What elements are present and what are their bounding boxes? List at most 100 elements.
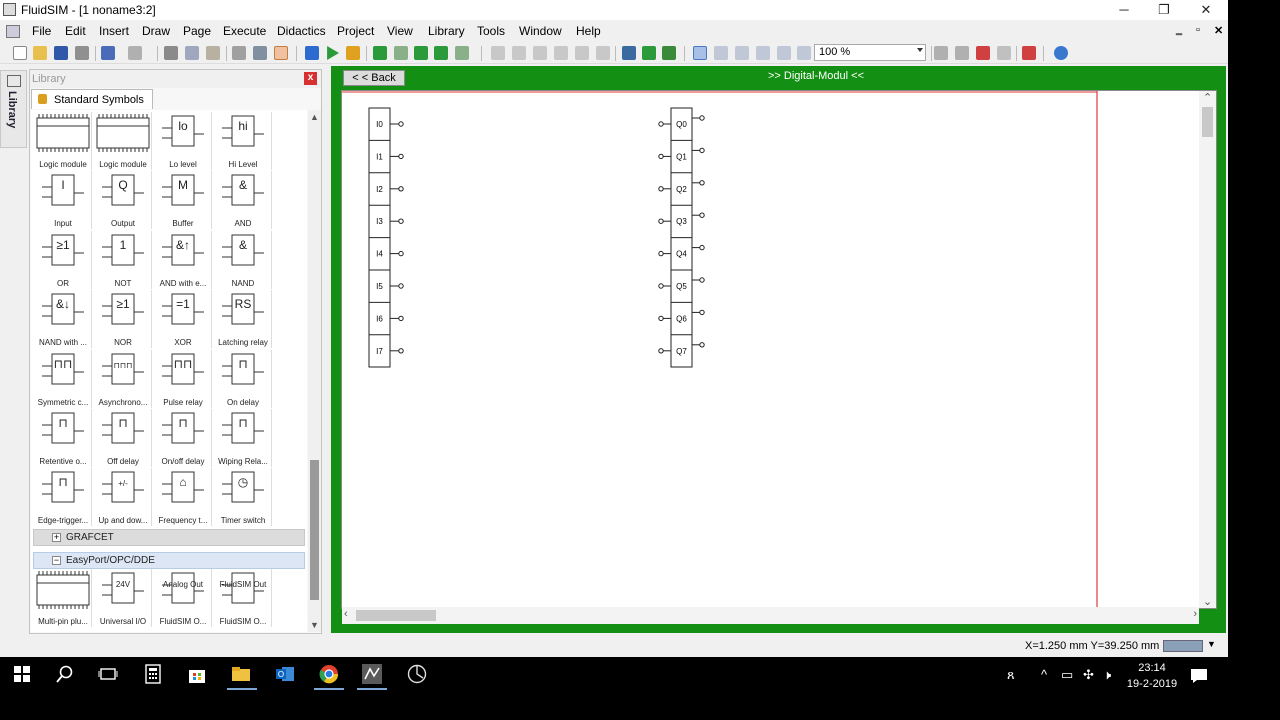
scroll-down-arrow-icon[interactable]: ⌄	[1203, 595, 1212, 608]
symbol-multi-pin-plu[interactable]: Multi-pin plu...	[34, 569, 92, 627]
open-icon[interactable]	[33, 46, 47, 60]
symbol-logic-module[interactable]: Logic module	[34, 112, 92, 170]
restore-button[interactable]: ❐	[1144, 0, 1184, 20]
symbol-input[interactable]: I Input	[34, 171, 92, 230]
battery-icon[interactable]: ▭	[1061, 667, 1073, 683]
paste-icon[interactable]	[206, 46, 220, 60]
zoom-select[interactable]: 100 %	[814, 44, 926, 61]
scroll-left-arrow-icon[interactable]: ‹	[344, 608, 348, 620]
library-side-tab[interactable]: Library	[0, 70, 27, 148]
symbol-logic-module[interactable]: Logic module	[94, 112, 152, 170]
step-forward-icon[interactable]	[414, 46, 428, 60]
align-center-icon[interactable]	[512, 46, 526, 60]
redo-icon[interactable]	[128, 46, 142, 60]
menu-didactics[interactable]: Didactics	[277, 24, 326, 38]
symbol-hi-level[interactable]: hi Hi Level	[214, 112, 272, 170]
library-scroll-thumb[interactable]	[310, 460, 319, 600]
menu-execute[interactable]: Execute	[223, 24, 266, 38]
collapse-icon[interactable]: −	[52, 556, 61, 565]
pause-icon[interactable]	[346, 46, 360, 60]
network-icon[interactable]: ✣	[1083, 667, 1094, 683]
menu-project[interactable]: Project	[337, 24, 374, 38]
library-close-button[interactable]: x	[304, 72, 317, 85]
grid-icon[interactable]	[662, 46, 676, 60]
calculator-icon[interactable]	[143, 664, 163, 684]
scroll-right-arrow-icon[interactable]: ›	[1193, 608, 1197, 620]
menu-page[interactable]: Page	[183, 24, 211, 38]
menu-library[interactable]: Library	[428, 24, 465, 38]
search-icon[interactable]	[55, 664, 75, 684]
fluidsim-taskbar-icon[interactable]	[362, 664, 382, 684]
symbol-not[interactable]: 1 NOT	[94, 230, 152, 289]
chevron-down-icon[interactable]: ▼	[1207, 639, 1216, 649]
task-view-icon[interactable]	[98, 664, 118, 684]
copy-icon[interactable]	[185, 46, 199, 60]
menu-insert[interactable]: Insert	[99, 24, 129, 38]
step-back-icon[interactable]	[394, 46, 408, 60]
scroll-up-arrow-icon[interactable]: ▲	[310, 112, 319, 122]
symbol-frequency-t[interactable]: ⌂ Frequency t...	[154, 468, 212, 527]
symbol-retentive-o[interactable]: ⊓ Retentive o...	[34, 409, 92, 467]
symbol-nor[interactable]: ≥1 NOR	[94, 290, 152, 349]
fast-forward-icon[interactable]	[455, 46, 469, 60]
align-middle-icon[interactable]	[575, 46, 589, 60]
page-border-icon[interactable]	[955, 46, 969, 60]
symbol-nand-with[interactable]: &↓ NAND with ...	[34, 290, 92, 349]
symbol-xor[interactable]: =1 XOR	[154, 290, 212, 349]
symbol-wiping-rela[interactable]: ⊓ Wiping Rela...	[214, 409, 272, 467]
mdi-restore-button[interactable]: ▫	[1196, 24, 1200, 36]
library-scrollbar[interactable]: ▲ ▼	[308, 110, 321, 632]
page-layout-icon[interactable]	[934, 46, 948, 60]
symbol-fluidsim-o[interactable]: Analog Out FluidSIM O...	[154, 569, 212, 627]
menu-window[interactable]: Window	[519, 24, 562, 38]
document-icon[interactable]	[6, 25, 20, 38]
vertical-scrollbar[interactable]: ⌃ ⌄	[1199, 91, 1216, 608]
symbol-pulse-relay[interactable]: ⊓⊓ Pulse relay	[154, 349, 212, 408]
close-button[interactable]: ✕	[1186, 0, 1226, 20]
outlook-icon[interactable]: O	[275, 664, 295, 684]
people-icon[interactable]: ጸ	[1007, 667, 1015, 683]
tab-standard-symbols[interactable]: Standard Symbols	[31, 89, 153, 109]
chrome-icon[interactable]	[319, 664, 339, 684]
align-right-icon[interactable]	[533, 46, 547, 60]
symbol-asynchrono[interactable]: ⊓⊓⊓ Asynchrono...	[94, 349, 152, 408]
symbol-and-with-e[interactable]: &↑ AND with e...	[154, 230, 212, 289]
symbol-and[interactable]: & AND	[214, 171, 272, 230]
symbol-timer-switch[interactable]: ◷ Timer switch	[214, 468, 272, 527]
vertical-scroll-thumb[interactable]	[1202, 107, 1213, 137]
notifications-icon[interactable]	[1189, 666, 1209, 686]
circuit-canvas[interactable]: I0 I1 I2 I3 I4 I5 I6 I7 Q0 Q1 Q2 Q3 Q4 Q5 Q6 Q7	[341, 90, 1217, 610]
pointer-tool-icon[interactable]	[274, 46, 288, 60]
menu-file[interactable]: File	[32, 24, 51, 38]
menu-view[interactable]: View	[387, 24, 413, 38]
horizontal-scroll-thumb[interactable]	[356, 610, 436, 621]
zoom-fit-icon[interactable]	[735, 46, 749, 60]
distribute-icon[interactable]	[642, 46, 656, 60]
new-icon[interactable]	[13, 46, 27, 60]
horizontal-scrollbar[interactable]: ‹ ›	[342, 607, 1199, 624]
symbol-fluidsim-o[interactable]: FluidSIM Out FluidSIM O...	[214, 569, 272, 627]
store-icon[interactable]	[187, 664, 207, 684]
mdi-minimize-button[interactable]: ‗	[1176, 24, 1182, 36]
symbol-off-delay[interactable]: ⊓ Off delay	[94, 409, 152, 467]
volume-muted-icon[interactable]: 🕨	[1103, 667, 1111, 683]
minimize-button[interactable]: ─	[1104, 0, 1144, 20]
back-button[interactable]: < < Back	[343, 70, 405, 86]
menu-draw[interactable]: Draw	[142, 24, 170, 38]
align-bottom-icon[interactable]	[596, 46, 610, 60]
print-icon[interactable]	[75, 46, 89, 60]
align-left-icon[interactable]	[491, 46, 505, 60]
zoom-out-icon[interactable]	[777, 46, 791, 60]
help-icon[interactable]	[1054, 46, 1068, 60]
menu-tools[interactable]: Tools	[477, 24, 505, 38]
symbol-universal-i-o[interactable]: 24V Universal I/O	[94, 569, 152, 627]
page-view-icon[interactable]	[997, 46, 1011, 60]
symbol-lo-level[interactable]: lo Lo level	[154, 112, 212, 170]
symbol-or[interactable]: ≥1 OR	[34, 230, 92, 289]
symbol-latching-relay[interactable]: RS Latching relay	[214, 290, 272, 349]
symbol-edge-trigger[interactable]: ⊓ Edge-trigger...	[34, 468, 92, 527]
rotate-icon[interactable]	[253, 46, 267, 60]
scroll-down-arrow-icon[interactable]: ▼	[310, 620, 319, 630]
mdi-close-button[interactable]: ✕	[1214, 24, 1223, 37]
save-icon[interactable]	[54, 46, 68, 60]
